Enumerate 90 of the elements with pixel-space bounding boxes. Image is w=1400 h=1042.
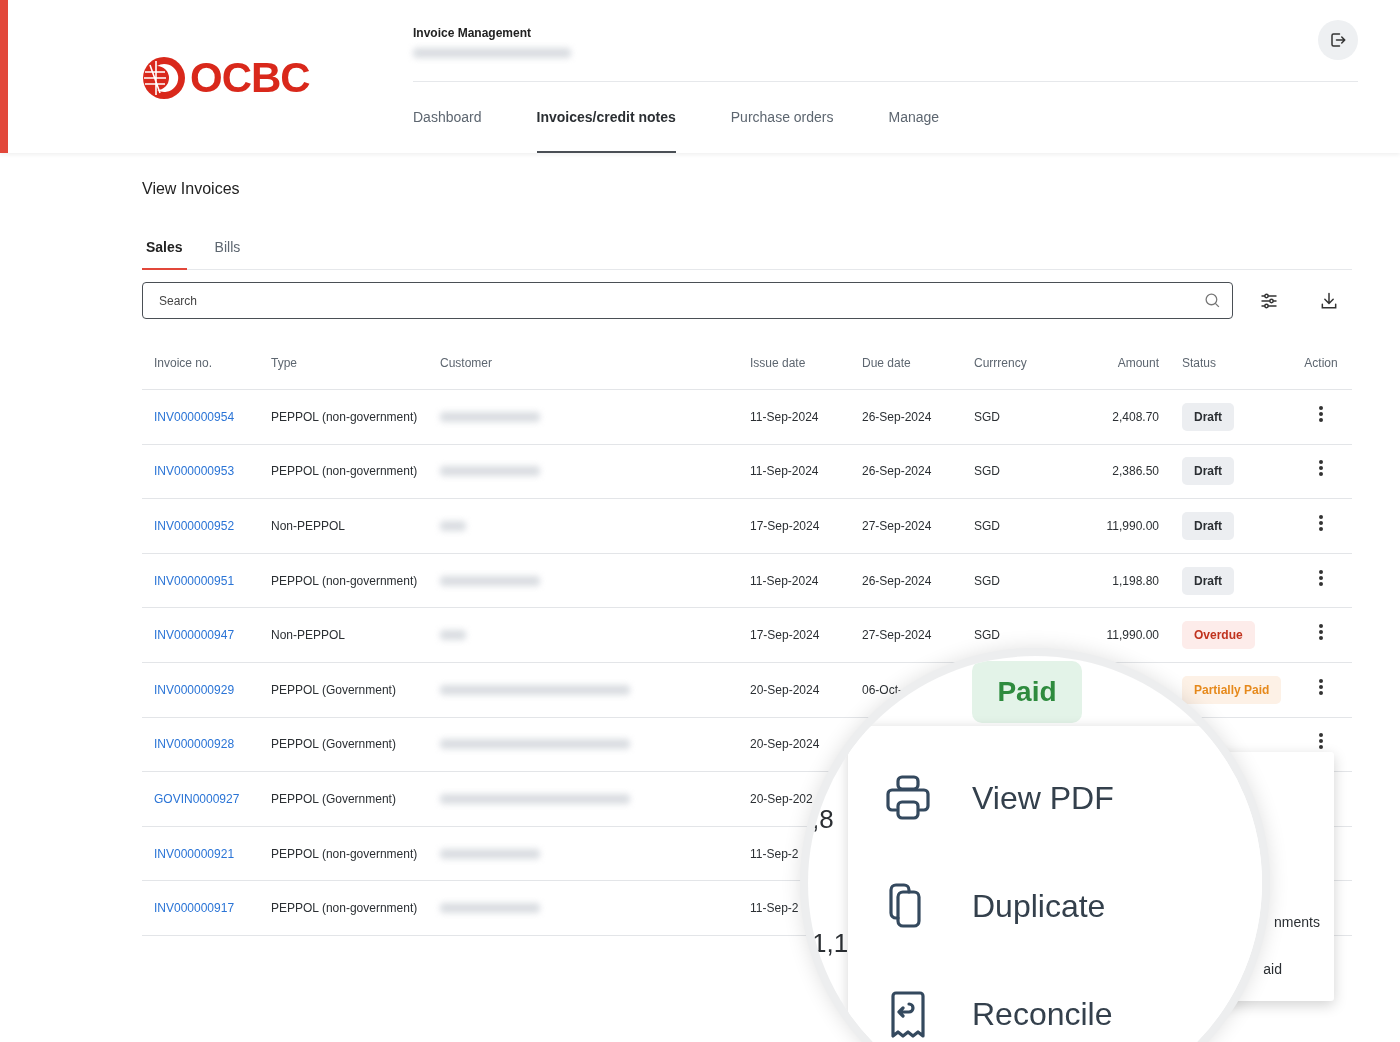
table-cell: 20-Sep-2024 <box>750 682 820 697</box>
column-header: Type <box>271 355 298 370</box>
invoice-link[interactable]: INV000000929 <box>154 682 235 697</box>
table-cell-text: PEPPOL (non-government) <box>271 464 419 479</box>
column-header: Currrency <box>974 355 1028 370</box>
logout-button[interactable] <box>1318 20 1358 60</box>
table-cell-text: PEPPOL (Government) <box>271 682 397 697</box>
nav-tab[interactable]: Invoices/credit notes <box>536 82 676 153</box>
more-button[interactable] <box>1318 568 1324 587</box>
invoice-link[interactable]: INV000000921 <box>154 846 235 861</box>
table-cell: 20-Sep-202 <box>750 791 813 806</box>
table-cell: 11-Sep-2 <box>750 901 799 916</box>
table-cell: 11-Sep-2024 <box>750 409 819 424</box>
menu-item[interactable]: aid <box>1263 961 1282 977</box>
table-cell: 1,198.80 <box>1112 573 1159 588</box>
status-badge: Partially Paid <box>1182 675 1282 704</box>
nav-tab[interactable]: Manage <box>888 82 940 153</box>
status-badge: Overdue <box>1182 621 1255 650</box>
invoice-link[interactable]: INV000000953 <box>154 464 235 479</box>
status-badge: Draft <box>1182 566 1234 595</box>
logo-emblem-icon <box>142 55 186 100</box>
table-cell: 20-Sep-2024 <box>750 737 820 752</box>
more-button[interactable] <box>1318 404 1324 423</box>
table-cell: 27-Sep-2024 <box>862 519 932 533</box>
page-title: View Invoices <box>142 180 241 198</box>
table-cell-text: Non-PEPPOL <box>271 519 347 533</box>
nav-tab[interactable]: Dashboard <box>413 82 482 153</box>
table-cell: SGD <box>974 519 1000 533</box>
table-cell: 06-Oct- <box>862 682 902 697</box>
table-cell: 27-Sep-2024 <box>862 628 932 643</box>
table-cell: 11,990.00 <box>1106 628 1159 643</box>
menu-item[interactable]: Duplicate <box>848 852 1262 960</box>
table-cell-text: PEPPOL (non-government) <box>271 409 419 424</box>
invoice-link[interactable]: INV000000947 <box>154 628 235 643</box>
invoice-link[interactable]: INV000000928 <box>154 737 235 752</box>
table-cell-text: PEPPOL (Government) <box>271 791 397 806</box>
table-cell-text: PEPPOL (non-government) <box>271 846 419 861</box>
table-cell: 11-Sep-2 <box>750 846 799 861</box>
more-button[interactable] <box>1318 514 1324 532</box>
status-badge: Draft <box>1182 457 1234 486</box>
more-button[interactable] <box>1318 732 1324 751</box>
table-cell: SGD <box>974 409 1000 424</box>
column-header: Due date <box>862 355 912 370</box>
status-badge: Draft <box>1182 512 1234 540</box>
table-cell-text: PEPPOL (non-government) <box>271 573 419 588</box>
invoice-link[interactable]: INV000000951 <box>154 573 235 588</box>
more-button[interactable] <box>1318 459 1324 478</box>
brand-logo: OCBC <box>190 53 310 102</box>
app-title: Invoice Management <box>413 26 533 40</box>
invoice-link[interactable]: INV000000954 <box>154 409 235 424</box>
table-cell: SGD <box>974 628 1000 643</box>
invoice-link[interactable]: GOVIN0000927 <box>154 791 240 806</box>
status-badge: Paid <box>972 661 1082 723</box>
table-cell: 11-Sep-2024 <box>750 573 819 588</box>
more-button[interactable] <box>1318 677 1324 696</box>
logout-icon <box>1329 31 1347 49</box>
search-field[interactable]: Search <box>142 282 1233 319</box>
status-badge: Draft <box>1182 402 1234 431</box>
table-cell: 11-Sep-2024 <box>750 464 819 479</box>
column-header: Invoice no. <box>154 355 214 370</box>
column-header: Customer <box>440 355 493 370</box>
column-header: Amount <box>1116 355 1159 370</box>
table-cell: 17-Sep-2024 <box>750 628 820 643</box>
invoice-link[interactable]: INV000000917 <box>154 901 235 916</box>
table-cell: SGD <box>974 573 1000 588</box>
table-cell: 26-Sep-2024 <box>862 464 932 479</box>
column-header: Status <box>1181 355 1218 370</box>
table-cell-text: PEPPOL (non-government) <box>271 901 419 916</box>
amount-fragment: ,8 <box>812 804 834 835</box>
table-cell-text: PEPPOL (Government) <box>271 737 397 752</box>
table-cell: 2,386.50 <box>1112 464 1159 479</box>
column-header: Action <box>1303 355 1339 370</box>
menu-item[interactable]: View PDF <box>848 744 1262 852</box>
table-cell: 26-Sep-2024 <box>862 573 932 588</box>
sub-tab[interactable]: Bills <box>210 226 245 270</box>
table-cell: 26-Sep-2024 <box>862 409 932 424</box>
column-header: Issue date <box>750 355 807 370</box>
table-cell: 11,990.00 <box>1106 519 1159 533</box>
more-button[interactable] <box>1318 623 1324 642</box>
printer-icon <box>884 774 932 822</box>
menu-item[interactable]: Reconcile <box>848 960 1262 1042</box>
nav-tab[interactable]: Purchase orders <box>730 82 834 153</box>
invoice-link[interactable]: INV000000952 <box>154 519 235 533</box>
sub-tab[interactable]: Sales <box>142 226 187 270</box>
table-cell: 17-Sep-2024 <box>750 519 820 533</box>
table-cell: SGD <box>974 464 1000 479</box>
table-cell-text: Non-PEPPOL <box>271 628 347 643</box>
search-icon <box>1204 292 1221 309</box>
table-cell: 2,408.70 <box>1112 409 1159 424</box>
menu-item[interactable]: nments <box>1274 914 1320 930</box>
